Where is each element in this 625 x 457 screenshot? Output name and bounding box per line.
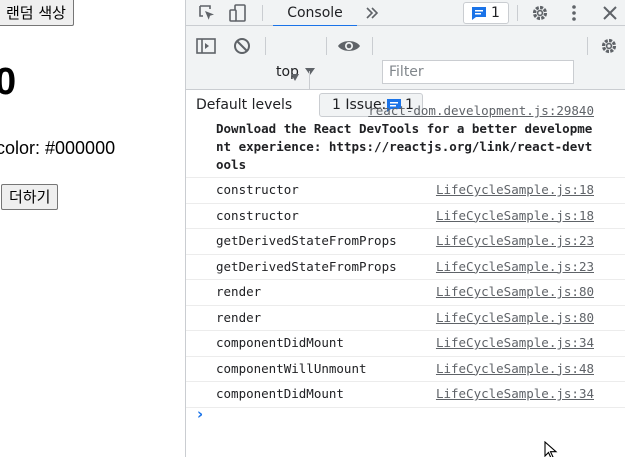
log-source-link[interactable]: LifeCycleSample.js:34	[436, 331, 594, 355]
add-button[interactable]: 더하기	[1, 184, 59, 210]
console-toolbar: top Default levels 1 Issue: 1	[186, 26, 625, 117]
devtools-panel: Console 1 top Filter Default levels 1 Is…	[185, 0, 625, 457]
log-source-link[interactable]: LifeCycleSample.js:80	[436, 306, 594, 330]
console-log-row: constructor LifeCycleSample.js:18	[186, 204, 625, 229]
tab-separator	[517, 5, 518, 21]
message-source-link[interactable]: react-dom.development.js:29840	[368, 102, 594, 120]
console-log-row: getDerivedStateFromProps LifeCycleSample.…	[186, 229, 625, 255]
filter-input[interactable]	[382, 60, 574, 84]
counter-value: 0	[0, 61, 17, 103]
console-log-row: constructor LifeCycleSample.js:18	[186, 178, 625, 204]
log-message: render	[216, 284, 262, 299]
clear-console-icon[interactable]	[233, 37, 251, 55]
toolbar-separator	[309, 71, 310, 89]
log-source-link[interactable]: LifeCycleSample.js:80	[436, 280, 594, 304]
messages-icon	[471, 6, 487, 21]
log-message: render	[216, 309, 262, 325]
devtools-tab-bar: Console 1	[186, 0, 625, 27]
gear-icon[interactable]	[530, 3, 550, 23]
console-messages: react-dom.development.js:29840 Download …	[186, 100, 625, 408]
toolbar-separator	[587, 37, 588, 55]
console-message: react-dom.development.js:29840 Download …	[186, 100, 625, 178]
tab-console[interactable]: Console	[273, 0, 357, 27]
toolbar-separator	[326, 37, 327, 55]
log-list: constructor LifeCycleSample.js:18 construc…	[186, 178, 625, 408]
eye-icon[interactable]	[337, 38, 361, 54]
log-message: componentWillUnmount	[216, 360, 367, 376]
toolbar-separator	[372, 37, 373, 55]
issues-counter-badge[interactable]: 1	[463, 2, 509, 24]
app-page: 랜덤 색상 0 color: #000000 더하기	[0, 0, 185, 457]
sidebar-toggle-icon[interactable]	[196, 38, 216, 54]
log-source-link[interactable]: LifeCycleSample.js:18	[436, 204, 594, 228]
console-log-row: render LifeCycleSample.js:80	[186, 280, 625, 306]
log-source-link[interactable]: LifeCycleSample.js:18	[436, 178, 594, 202]
mouse-cursor-icon	[544, 441, 558, 457]
chevron-down-icon[interactable]	[304, 67, 316, 77]
console-prompt-chevron[interactable]: ›	[197, 405, 203, 423]
console-log-row: componentDidMount LifeCycleSample.js:34	[186, 331, 625, 357]
issues-badge-count: 1	[491, 5, 500, 21]
log-message: componentDidMount	[216, 386, 344, 401]
log-message: constructor	[216, 182, 299, 197]
tab-separator	[262, 5, 263, 21]
console-log-row: componentDidMount LifeCycleSample.js:34	[186, 382, 625, 408]
log-source-link[interactable]: LifeCycleSample.js:34	[436, 382, 594, 406]
log-source-link[interactable]: LifeCycleSample.js:23	[436, 229, 594, 253]
close-icon[interactable]	[602, 5, 618, 21]
chevron-down-icon[interactable]	[290, 73, 300, 83]
log-message: getDerivedStateFromProps	[216, 258, 397, 274]
kebab-menu-icon[interactable]	[571, 4, 577, 22]
inspect-icon[interactable]	[198, 4, 216, 22]
log-message: componentDidMount	[216, 335, 344, 350]
console-log-row: componentWillUnmount LifeCycleSample.js:4…	[186, 357, 625, 382]
log-message: getDerivedStateFromProps	[216, 233, 397, 248]
console-log-row: render LifeCycleSample.js:80	[186, 306, 625, 331]
color-text: color: #000000	[0, 138, 116, 158]
settings-icon[interactable]	[599, 36, 619, 56]
log-source-link[interactable]: LifeCycleSample.js:23	[436, 255, 594, 279]
device-toolbar-icon[interactable]	[229, 4, 249, 22]
log-message: constructor	[216, 207, 299, 223]
more-tabs-icon[interactable]	[365, 5, 379, 21]
random-color-button[interactable]: 랜덤 색상	[0, 0, 74, 26]
log-source-link[interactable]: LifeCycleSample.js:48	[436, 357, 594, 381]
toolbar-separator	[265, 37, 266, 55]
message-text: Download the React DevTools for a better…	[216, 120, 598, 174]
console-log-row: getDerivedStateFromProps LifeCycleSample.…	[186, 255, 625, 280]
